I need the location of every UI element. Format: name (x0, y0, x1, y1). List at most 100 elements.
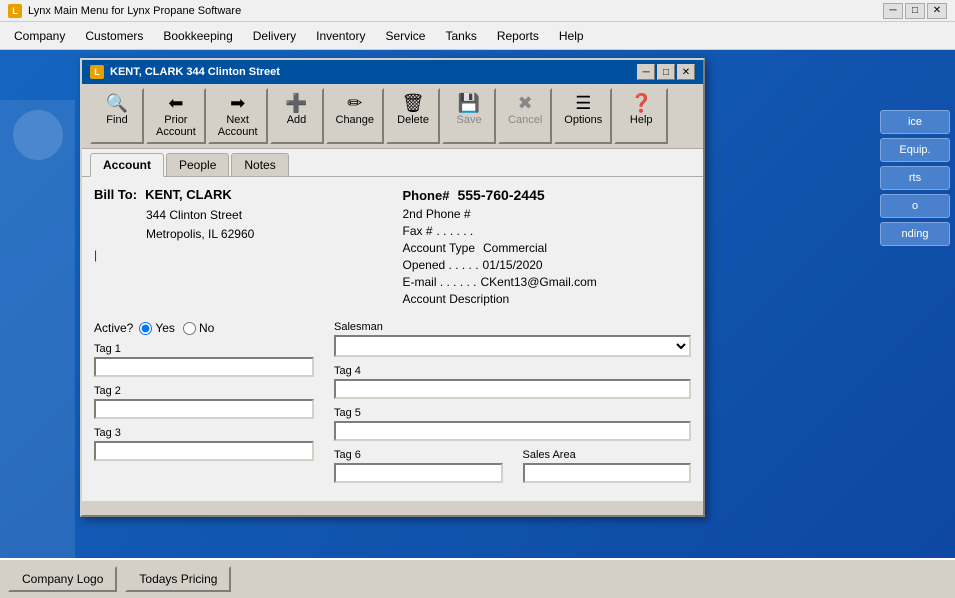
app-title-bar: L Lynx Main Menu for Lynx Propane Softwa… (0, 0, 955, 22)
find-label: Find (106, 114, 127, 126)
delete-button[interactable]: 🗑 Delete (386, 88, 440, 144)
menu-item-company[interactable]: Company (4, 25, 75, 47)
account-type-label: Account Type (403, 241, 476, 255)
tab-account[interactable]: Account (90, 153, 164, 177)
change-button[interactable]: ✏ Change (326, 88, 385, 144)
tab-people[interactable]: People (166, 153, 229, 176)
prior-account-label: PriorAccount (156, 114, 196, 138)
bg-right-panel: ice Equip. rts o nding (880, 110, 950, 246)
salesman-select[interactable] (334, 335, 691, 357)
tag1-input[interactable] (94, 357, 314, 377)
cancel-label: Cancel (508, 114, 542, 126)
bg-panel-btn-ice[interactable]: ice (880, 110, 950, 134)
menu-item-inventory[interactable]: Inventory (306, 25, 375, 47)
phone2-line: 2nd Phone # (403, 207, 692, 221)
tag4-input[interactable] (334, 379, 691, 399)
add-icon: ➕ (285, 94, 307, 112)
address-line1: 344 Clinton Street (146, 206, 383, 225)
radio-yes[interactable]: Yes (139, 321, 175, 335)
radio-no[interactable]: No (183, 321, 214, 335)
tag5-label: Tag 5 (334, 407, 691, 419)
add-label: Add (287, 114, 307, 126)
fax-line: Fax # . . . . . . (403, 224, 692, 238)
help-button[interactable]: ❓ Help (614, 88, 668, 144)
menu-item-reports[interactable]: Reports (487, 25, 549, 47)
modal-close-button[interactable]: ✕ (677, 64, 695, 80)
app-title: Lynx Main Menu for Lynx Propane Software (28, 5, 877, 17)
opened-line: Opened . . . . . 01/15/2020 (403, 258, 692, 272)
tag6-input[interactable] (334, 463, 503, 483)
phone-primary: Phone# 555-760-2445 (403, 187, 692, 203)
bg-panel-btn-rts[interactable]: rts (880, 166, 950, 190)
cancel-icon: ✖ (518, 94, 533, 112)
salesman-group: Salesman (334, 321, 691, 357)
tag5-input[interactable] (334, 421, 691, 441)
bg-panel-btn-nding[interactable]: nding (880, 222, 950, 246)
opened-value: 01/15/2020 (483, 258, 543, 272)
radio-no-input[interactable] (183, 322, 196, 335)
radio-yes-input[interactable] (139, 322, 152, 335)
email-value: CKent13@Gmail.com (481, 275, 597, 289)
todays-pricing-button[interactable]: Todays Pricing (125, 566, 231, 592)
tab-notes[interactable]: Notes (231, 153, 288, 176)
tag2-input[interactable] (94, 399, 314, 419)
modal-minimize-button[interactable]: ─ (637, 64, 655, 80)
app-minimize-button[interactable]: ─ (883, 3, 903, 19)
menu-item-customers[interactable]: Customers (75, 25, 153, 47)
bg-panel-btn-o[interactable]: o (880, 194, 950, 218)
sales-area-input[interactable] (523, 463, 692, 483)
sales-area-label: Sales Area (523, 449, 692, 461)
app-maximize-button[interactable]: □ (905, 3, 925, 19)
scrollbar-area[interactable] (82, 501, 703, 515)
app-close-button[interactable]: ✕ (927, 3, 947, 19)
prior-account-button[interactable]: ⬅ PriorAccount (146, 88, 206, 144)
menu-item-help[interactable]: Help (549, 25, 594, 47)
tag5-group: Tag 5 (334, 407, 691, 441)
active-group: Active? Yes No (94, 321, 314, 335)
tag6-group: Tag 6 (334, 449, 503, 483)
tab-content-account: Bill To: KENT, CLARK 344 Clinton Street … (82, 176, 703, 501)
find-button[interactable]: 🔍 Find (90, 88, 144, 144)
bg-sidebar (0, 100, 75, 558)
prior-account-icon: ⬅ (168, 94, 183, 112)
menu-item-delivery[interactable]: Delivery (243, 25, 306, 47)
menu-item-tanks[interactable]: Tanks (435, 25, 486, 47)
toolbar: 🔍 Find ⬅ PriorAccount ➡ NextAccount ➕ Ad… (82, 84, 703, 149)
next-account-button[interactable]: ➡ NextAccount (208, 88, 268, 144)
phone-label: Phone# (403, 188, 450, 203)
tag2-label: Tag 2 (94, 385, 314, 397)
delete-icon: 🗑 (402, 94, 425, 112)
next-account-label: NextAccount (218, 114, 258, 138)
radio-group-active: Yes No (139, 321, 214, 335)
bg-panel-btn-equip[interactable]: Equip. (880, 138, 950, 162)
menu-bar: Company Customers Bookkeeping Delivery I… (0, 22, 955, 50)
account-type-value: Commercial (483, 241, 547, 255)
app-icon: L (8, 4, 22, 18)
company-logo-button[interactable]: Company Logo (8, 566, 117, 592)
tag2-group: Tag 2 (94, 385, 314, 419)
cancel-button[interactable]: ✖ Cancel (498, 88, 552, 144)
radio-no-label: No (199, 321, 214, 335)
tag3-input[interactable] (94, 441, 314, 461)
address-line2: Metropolis, IL 62960 (146, 225, 383, 244)
account-desc-line: Account Description (403, 292, 692, 306)
modal-icon: L (90, 65, 104, 79)
add-button[interactable]: ➕ Add (270, 88, 324, 144)
tag6-sales-row: Tag 6 Sales Area (334, 449, 691, 491)
options-button[interactable]: ☰ Options (554, 88, 612, 144)
help-label: Help (630, 114, 653, 126)
find-icon: 🔍 (106, 94, 128, 112)
modal-maximize-button[interactable]: □ (657, 64, 675, 80)
tag4-label: Tag 4 (334, 365, 691, 377)
modal-window: L KENT, CLARK 344 Clinton Street ─ □ ✕ 🔍… (80, 58, 705, 517)
delete-label: Delete (397, 114, 429, 126)
options-icon: ☰ (575, 94, 591, 112)
save-icon: 💾 (458, 94, 480, 112)
save-button[interactable]: 💾 Save (442, 88, 496, 144)
menu-item-service[interactable]: Service (375, 25, 435, 47)
menu-item-bookkeeping[interactable]: Bookkeeping (153, 25, 242, 47)
email-label: E-mail . . . . . . (403, 275, 477, 289)
tag4-group: Tag 4 (334, 365, 691, 399)
customer-name: KENT, CLARK (145, 187, 232, 202)
form-right: Salesman Tag 4 Tag 5 Tag 6 (334, 321, 691, 491)
